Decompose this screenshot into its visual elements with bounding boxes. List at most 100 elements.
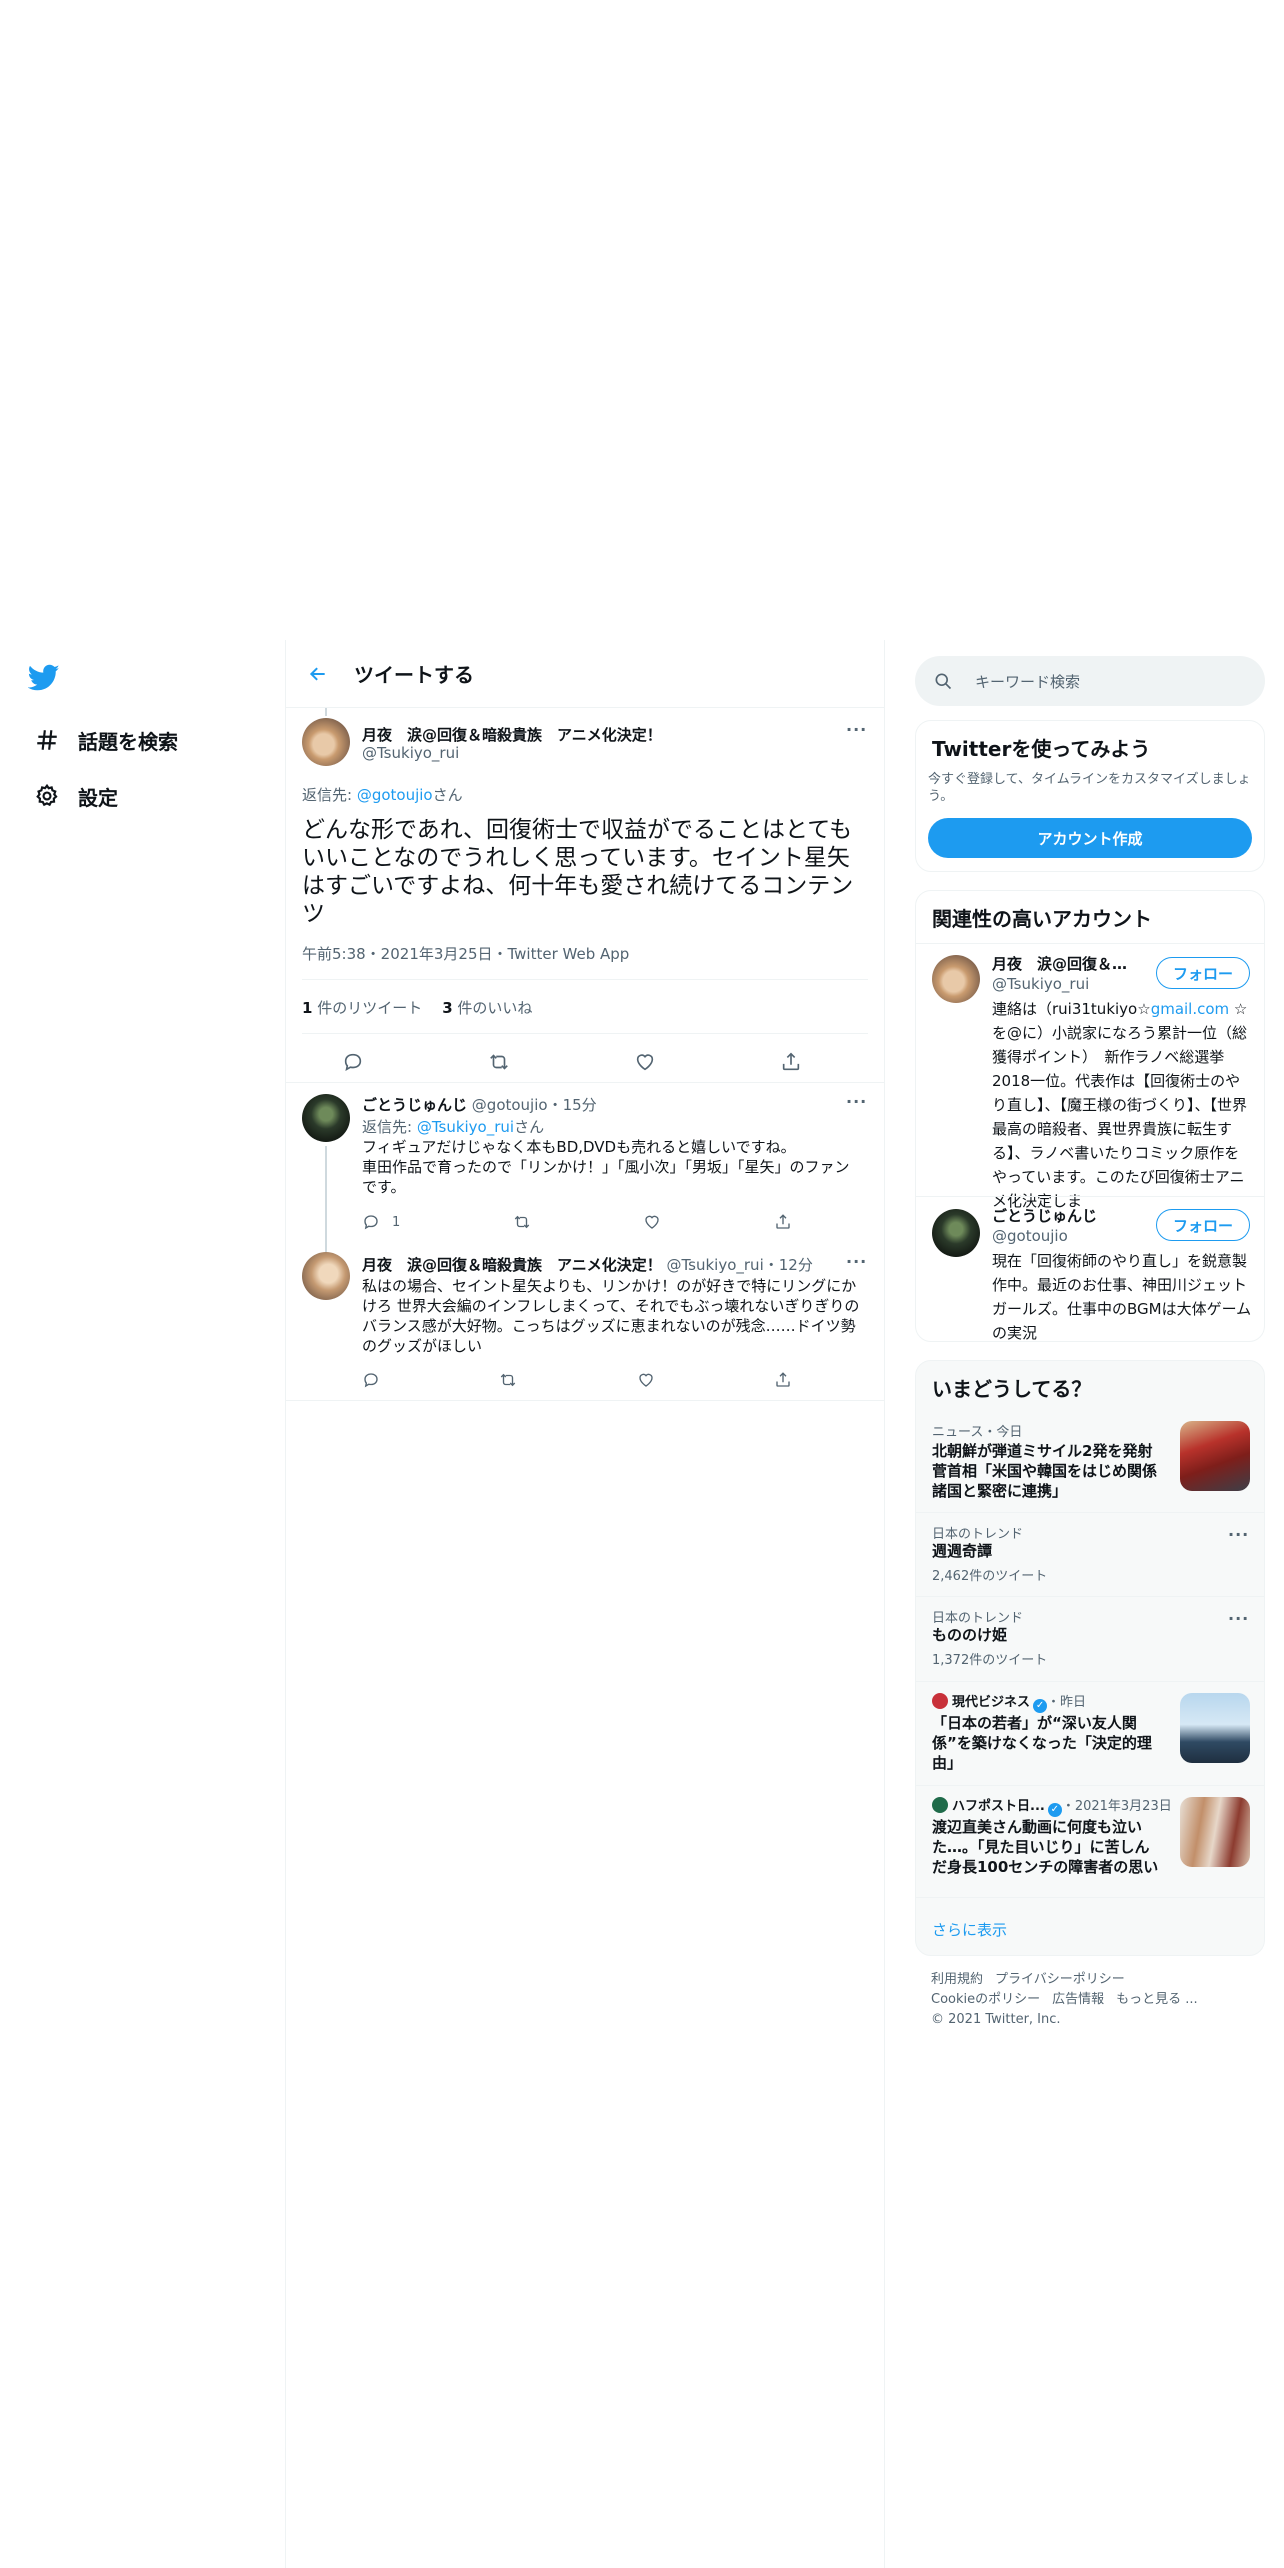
- search-box[interactable]: キーワード検索: [915, 656, 1265, 706]
- footer-link[interactable]: プライバシーポリシー: [995, 1972, 1125, 1987]
- signup-card: Twitterを使ってみよう 今すぐ登録して、タイムラインをカスタマイズしましょ…: [915, 720, 1265, 872]
- reply-icon: [364, 1215, 378, 1230]
- trend-title: もののけ姫: [932, 1626, 1008, 1644]
- reply-author-handle[interactable]: @gotoujio: [472, 1096, 548, 1114]
- avatar[interactable]: [302, 1252, 350, 1300]
- author-name[interactable]: 月夜 涙@回復＆暗殺貴族 アニメ化決定！: [362, 724, 662, 745]
- reply-author-name[interactable]: ごとうじゅんじ: [362, 1096, 467, 1114]
- heart-icon: [638, 1373, 653, 1387]
- retweet-button[interactable]: [513, 1213, 531, 1231]
- trend-title: 渡辺直美さん動画に何度も泣いた…。「見た目いじり」に苦しんだ身長100センチの障…: [932, 1818, 1159, 1876]
- more-icon[interactable]: ···: [1228, 1525, 1249, 1544]
- trends-title: いまどうしてる？: [932, 1377, 1092, 1401]
- reply-time[interactable]: ・12分: [764, 1256, 813, 1274]
- reply-button[interactable]: [342, 1051, 364, 1073]
- reply-button[interactable]: [362, 1371, 380, 1389]
- source-logo-icon: [932, 1693, 948, 1709]
- trend-meta: 日本のトレンド: [932, 1611, 1024, 1626]
- share-icon: [776, 1372, 790, 1387]
- reply-actions: 1: [362, 1210, 792, 1234]
- reply-text: 私はの場合、セイント星矢よりも、リンかけ！のが好きで特にリングにかけろ 世界大会…: [362, 1277, 860, 1355]
- reply-button[interactable]: 1: [362, 1213, 400, 1231]
- separator: [286, 1400, 884, 1401]
- separator: [286, 1082, 884, 1083]
- avatar[interactable]: [932, 1209, 980, 1257]
- share-button[interactable]: [774, 1371, 792, 1389]
- footer-link[interactable]: Cookieのポリシー: [931, 1992, 1040, 2007]
- trend-title: 週週奇譚: [932, 1542, 993, 1560]
- avatar[interactable]: [932, 955, 980, 1003]
- account-handle[interactable]: @gotoujio: [992, 1227, 1068, 1245]
- more-icon[interactable]: ···: [846, 720, 867, 739]
- verified-icon: ✓: [1047, 1803, 1062, 1817]
- hash-icon: [32, 725, 62, 755]
- retweets-stat[interactable]: 1 件のリツイート: [302, 997, 422, 1018]
- likes-stat[interactable]: 3 件のいいね: [442, 997, 532, 1018]
- account-name[interactable]: 月夜 涙@回復＆暗...: [992, 953, 1142, 974]
- account-bio: 連絡は（rui31tukiyo☆gmail.com ☆を@に）小説家になろう累計…: [992, 1000, 1248, 1210]
- like-button[interactable]: [637, 1371, 655, 1389]
- share-button[interactable]: [774, 1213, 792, 1231]
- trend-thumbnail: [1180, 1693, 1250, 1763]
- account-handle[interactable]: @Tsukiyo_rui: [992, 975, 1089, 993]
- show-more-link[interactable]: さらに表示: [932, 1919, 1007, 1940]
- column-header: ツイートする: [286, 640, 884, 708]
- account-name[interactable]: ごとうじゅんじ: [992, 1205, 1142, 1226]
- share-icon: [782, 1052, 800, 1071]
- reply-author-name[interactable]: 月夜 涙@回復＆暗殺貴族 アニメ化決定！: [362, 1256, 662, 1274]
- trend-source: ハフポスト日... ✓ ・2021年3月23日: [932, 1795, 1172, 1817]
- reply-actions: [362, 1368, 792, 1392]
- retweet-icon: [514, 1215, 530, 1229]
- reply-to: 返信先: @Tsukiyo_ruiさん: [362, 1118, 545, 1136]
- reply-to-link[interactable]: @Tsukiyo_rui: [417, 1118, 514, 1136]
- nav-explore[interactable]: 話題を検索: [32, 720, 178, 760]
- related-title: 関連性の高いアカウント: [932, 907, 1152, 931]
- thread-connector: [325, 1146, 327, 1264]
- reply-time[interactable]: ・15分: [548, 1096, 597, 1114]
- nav-explore-label: 話題を検索: [78, 729, 178, 754]
- tweet-timestamp[interactable]: 午前5:38・2021年3月25日・Twitter Web App: [302, 943, 629, 964]
- reply-icon: [364, 1373, 378, 1388]
- bio-link[interactable]: gmail.com: [1151, 1000, 1229, 1018]
- more-icon[interactable]: ···: [1228, 1609, 1249, 1628]
- footer-link[interactable]: もっと見る ...: [1116, 1992, 1198, 2007]
- separator: [916, 1785, 1264, 1786]
- twitter-logo-icon[interactable]: [27, 664, 64, 696]
- retweet-icon: [490, 1054, 508, 1070]
- author-handle[interactable]: @Tsukiyo_rui: [362, 744, 459, 762]
- nav-settings[interactable]: 設定: [32, 776, 118, 816]
- trend-meta: 日本のトレンド: [932, 1527, 1024, 1542]
- tweet-column: ツイートする 月夜 涙@回復＆暗殺貴族 アニメ化決定！ @Tsukiyo_rui…: [285, 640, 885, 2568]
- retweet-button[interactable]: [499, 1371, 517, 1389]
- create-account-button[interactable]: アカウント作成: [928, 818, 1252, 858]
- trend-tweet-count: 1,372件のツイート: [932, 1653, 1048, 1668]
- follow-button[interactable]: フォロー: [1156, 957, 1250, 989]
- footer-link[interactable]: 利用規約: [931, 1972, 983, 1987]
- avatar[interactable]: [302, 718, 350, 766]
- footer-row: 利用規約 プライバシーポリシー: [931, 1970, 1210, 1990]
- search-input[interactable]: キーワード検索: [975, 671, 1080, 692]
- account-bio: 現在「回復術師のやり直し」を鋭意製作中。最近のお仕事、神田川ジェットガールズ。仕…: [992, 1252, 1252, 1342]
- reply-author-handle[interactable]: @Tsukiyo_rui: [666, 1256, 763, 1274]
- share-button[interactable]: [780, 1051, 802, 1073]
- trend-title: 「日本の若者」が“深い友人関係”を築けなくなった「決定的理由」: [932, 1714, 1152, 1772]
- reply-to-link[interactable]: @gotoujio: [357, 786, 433, 804]
- like-button[interactable]: [643, 1213, 661, 1231]
- main-tweet-actions: [342, 1042, 802, 1082]
- like-button[interactable]: [634, 1051, 656, 1073]
- footer: 利用規約 プライバシーポリシー Cookieのポリシー 広告情報 もっと見る ... …: [931, 1970, 1210, 2030]
- back-button[interactable]: [300, 656, 336, 692]
- retweet-button[interactable]: [488, 1051, 510, 1073]
- more-icon[interactable]: ···: [846, 1092, 867, 1111]
- avatar[interactable]: [302, 1094, 350, 1142]
- signup-description: 今すぐ登録して、タイムラインをカスタマイズしましょう。: [928, 772, 1251, 804]
- gear-icon: [32, 781, 62, 811]
- trend-tweet-count: 2,462件のツイート: [932, 1569, 1048, 1584]
- footer-link[interactable]: 広告情報: [1052, 1992, 1104, 2007]
- arrow-left-icon: [309, 666, 325, 681]
- more-icon[interactable]: ···: [846, 1252, 867, 1271]
- footer-row: Cookieのポリシー 広告情報 もっと見る ...: [931, 1990, 1210, 2010]
- related-accounts-card: 関連性の高いアカウント 月夜 涙@回復＆暗... @Tsukiyo_rui フォ…: [915, 890, 1265, 1342]
- follow-button[interactable]: フォロー: [1156, 1209, 1250, 1241]
- reply-text: フィギュアだけじゃなく本もBD,DVDも売れると嬉しいですね。 車田作品で育った…: [362, 1138, 850, 1196]
